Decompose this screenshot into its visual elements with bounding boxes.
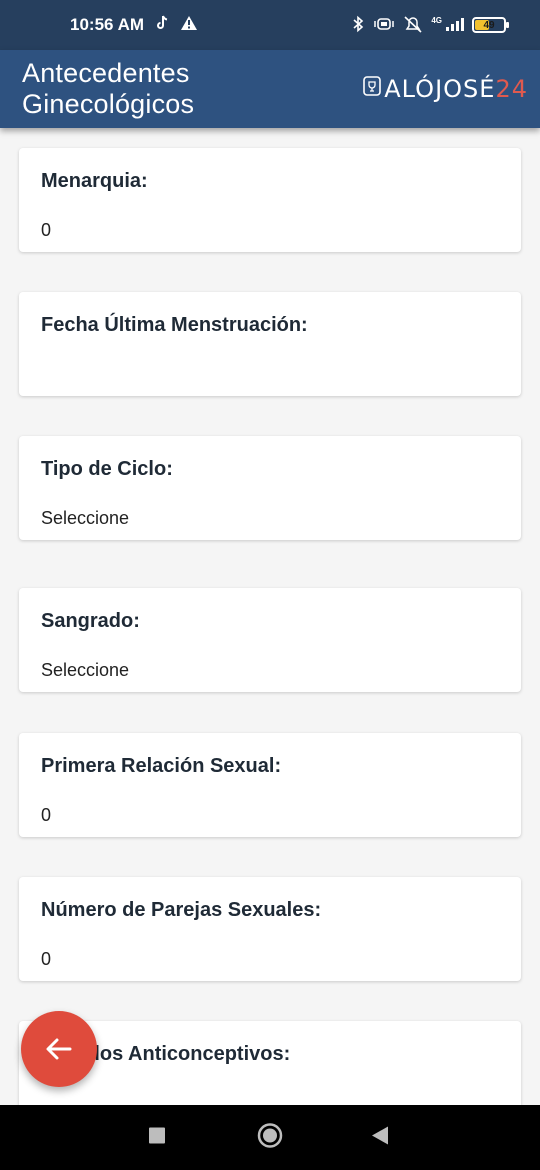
field-card-primera-relacion-sexual[interactable]: Primera Relación Sexual: 0 — [19, 733, 521, 837]
status-time: 10:56 AM — [70, 15, 145, 34]
field-label: Tipo de Ciclo: — [41, 458, 173, 480]
logo-accent: 24 — [495, 75, 528, 103]
home-icon[interactable] — [257, 1122, 283, 1153]
field-select[interactable]: Seleccione — [41, 660, 129, 681]
field-select[interactable]: Seleccione — [41, 508, 129, 529]
alarm-off-icon — [403, 15, 423, 36]
field-value[interactable]: 0 — [41, 949, 51, 970]
network-label: 4G — [431, 15, 442, 25]
field-card-sangrado[interactable]: Sangrado: Seleccione — [19, 588, 521, 692]
back-button[interactable] — [21, 1011, 97, 1087]
back-nav-icon[interactable] — [371, 1125, 389, 1150]
field-card-menarquia[interactable]: Menarquia: 0 — [19, 148, 521, 252]
wine-glass-icon — [362, 74, 382, 105]
field-card-numero-de-parejas-sexuales[interactable]: Número de Parejas Sexuales: 0 — [19, 877, 521, 981]
signal-icon — [444, 16, 464, 35]
field-label: Número de Parejas Sexuales: — [41, 899, 322, 921]
tiktok-icon — [154, 15, 170, 36]
logo-text: ALÓJOSÉ24 — [384, 75, 528, 103]
status-right: 4G 49 — [351, 15, 509, 36]
battery-icon: 49 — [472, 17, 509, 33]
system-nav-bar — [0, 1105, 540, 1170]
bluetooth-icon — [351, 15, 365, 36]
warning-icon — [180, 15, 198, 36]
field-card-fecha-ultima-menstruacion[interactable]: Fecha Última Menstruación: — [19, 292, 521, 396]
recents-icon[interactable] — [148, 1126, 166, 1149]
field-value[interactable]: 0 — [41, 805, 51, 826]
app-logo: ALÓJOSÉ24 — [362, 74, 528, 105]
page-title: Antecedentes Ginecológicos — [22, 58, 195, 119]
field-label: Fecha Última Menstruación: — [41, 314, 308, 336]
field-label: Primera Relación Sexual: — [41, 755, 282, 777]
field-value[interactable]: 0 — [41, 220, 51, 241]
field-label: Sangrado: — [41, 610, 140, 632]
logo-main: ALÓJOSÉ — [384, 75, 496, 103]
field-card-tipo-de-ciclo[interactable]: Tipo de Ciclo: Seleccione — [19, 436, 521, 540]
battery-level: 49 — [483, 19, 495, 31]
vibrate-icon — [373, 16, 395, 35]
form-content[interactable]: Menarquia: 0 Fecha Última Menstruación: … — [0, 128, 540, 1105]
app-bar: Antecedentes Ginecológicos ALÓJOSÉ24 — [0, 50, 540, 128]
status-left: 10:56 AM — [70, 15, 198, 36]
arrow-left-icon — [46, 1038, 72, 1060]
field-label: Menarquia: — [41, 170, 148, 192]
status-bar: 10:56 AM 4G 49 — [0, 0, 540, 50]
